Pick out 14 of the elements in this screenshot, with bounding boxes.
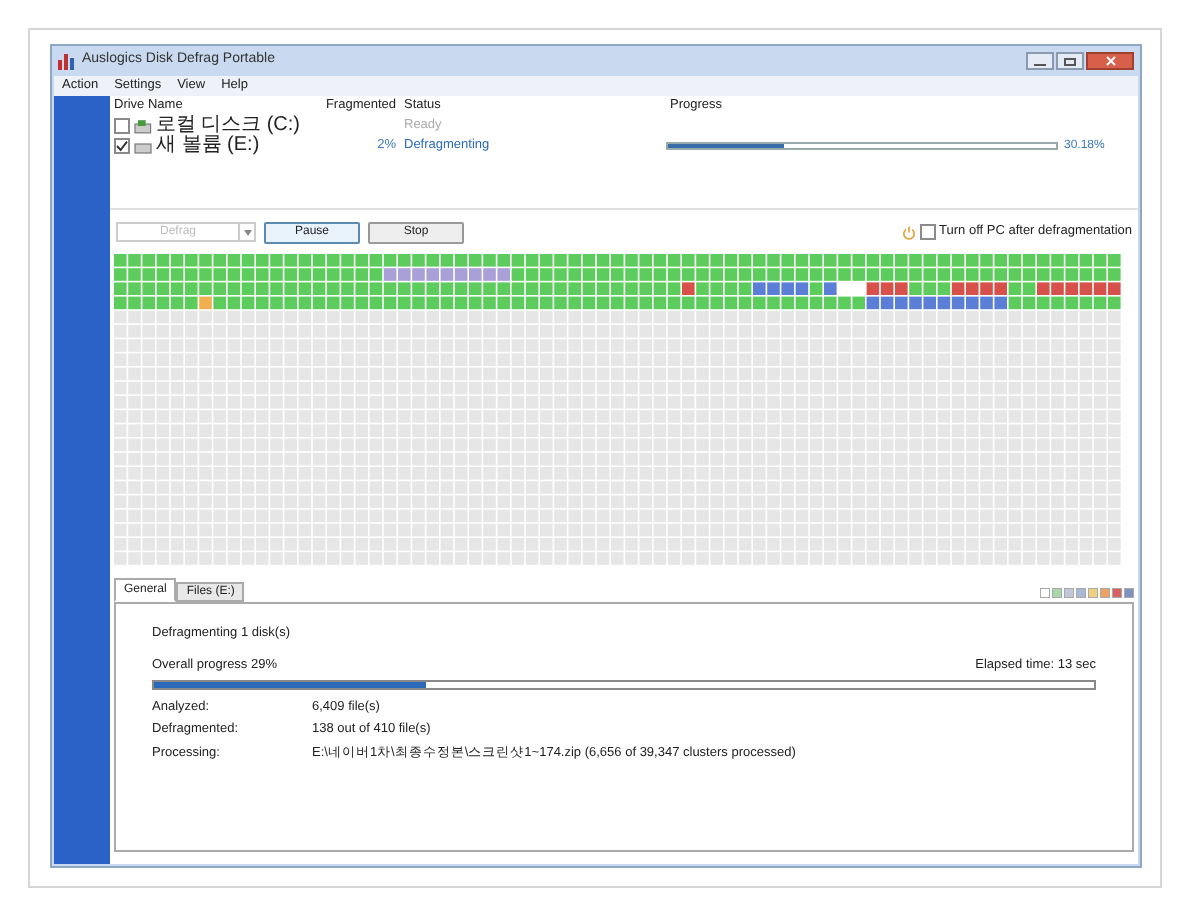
- power-icon: [901, 225, 916, 239]
- minimize-button[interactable]: [1026, 52, 1054, 70]
- caret-icon: [243, 229, 251, 235]
- drive-checkbox[interactable]: [114, 138, 130, 154]
- drive-name: 로컬 디스크 (C:): [155, 116, 300, 136]
- shutdown-checkbox[interactable]: [919, 224, 936, 240]
- drive-name: 새 볼륨 (E:): [156, 136, 260, 156]
- drive-icon: [134, 139, 152, 153]
- drive-icon: [134, 119, 152, 133]
- app-icon: [58, 52, 76, 70]
- drive-checkbox[interactable]: [114, 118, 130, 134]
- close-icon: [1105, 56, 1115, 66]
- maximize-button[interactable]: [1056, 52, 1084, 70]
- close-button[interactable]: [1086, 52, 1134, 70]
